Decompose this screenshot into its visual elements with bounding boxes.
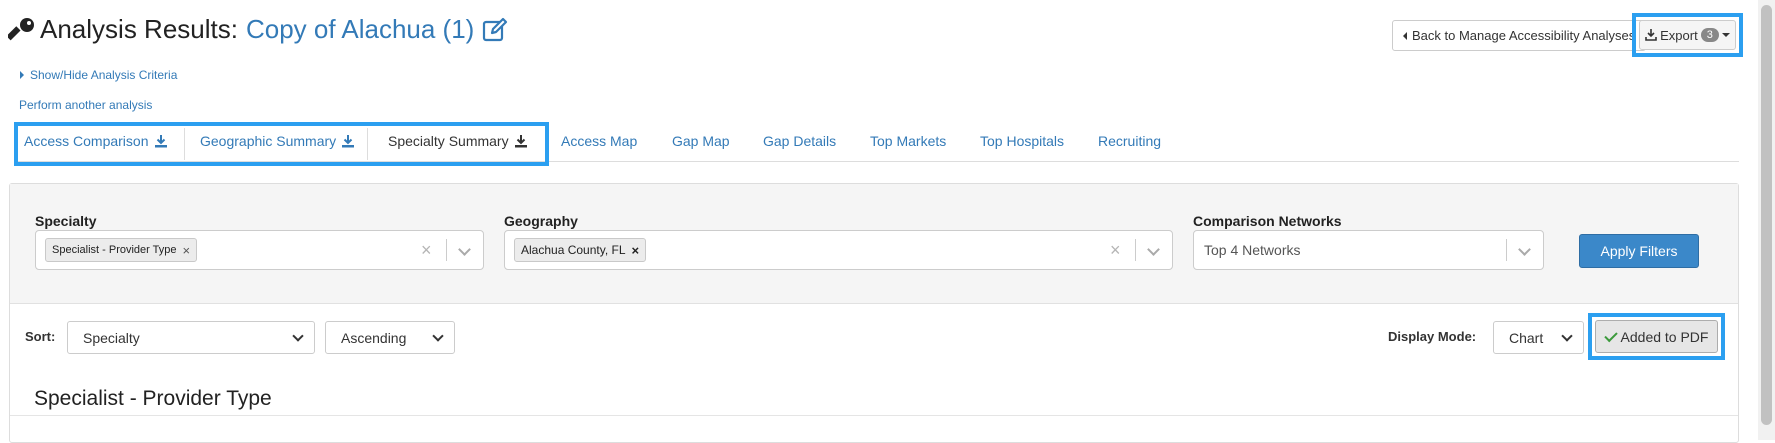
download-icon[interactable]: [154, 134, 168, 148]
display-mode-value: Chart: [1509, 329, 1544, 346]
comparison-networks-label: Comparison Networks: [1193, 213, 1342, 229]
tab-gap-details[interactable]: Gap Details: [763, 133, 836, 149]
sort-order-value: Ascending: [341, 329, 407, 346]
perform-another-analysis-link[interactable]: Perform another analysis: [19, 98, 152, 112]
tab-gap-map[interactable]: Gap Map: [672, 133, 730, 149]
page-title: Analysis Results:: [40, 14, 238, 44]
select-divider: [446, 239, 447, 261]
section-title: Specialist - Provider Type: [34, 387, 272, 410]
tab-top-hospitals[interactable]: Top Hospitals: [980, 133, 1064, 149]
added-to-pdf-button[interactable]: Added to PDF: [1595, 320, 1718, 353]
comparison-networks-select[interactable]: Top 4 Networks: [1193, 230, 1544, 270]
caret-left-icon: [1403, 31, 1407, 40]
edit-icon[interactable]: [482, 17, 508, 43]
sort-field-value: Specialty: [83, 329, 140, 346]
download-icon[interactable]: [514, 134, 528, 148]
chevron-down-icon[interactable]: [458, 243, 471, 256]
tab-label: Access Comparison: [24, 133, 149, 149]
export-highlight: Export 3: [1632, 13, 1743, 57]
caret-right-icon: [20, 71, 24, 79]
specialty-select[interactable]: Specialist - Provider Type × ×: [35, 230, 484, 270]
check-icon: [1603, 328, 1618, 342]
chip-label: Specialist - Provider Type: [52, 244, 177, 256]
export-count-badge: 3: [1700, 28, 1719, 42]
key-icon: [8, 17, 34, 40]
tab-specialty-summary[interactable]: Specialty Summary: [388, 133, 528, 149]
tab-separator: [184, 128, 185, 160]
geography-select[interactable]: Alachua County, FL × ×: [504, 230, 1173, 270]
pdf-highlight: Added to PDF: [1588, 313, 1725, 360]
tab-recruiting[interactable]: Recruiting: [1098, 133, 1161, 149]
select-divider: [1135, 239, 1136, 261]
download-icon[interactable]: [341, 134, 355, 148]
clear-icon[interactable]: ×: [1110, 240, 1121, 261]
apply-filters-button[interactable]: Apply Filters: [1579, 234, 1699, 268]
tab-geographic-summary[interactable]: Geographic Summary: [200, 133, 355, 149]
chevron-down-icon: [432, 330, 444, 342]
clear-icon[interactable]: ×: [421, 240, 432, 261]
geography-chip: Alachua County, FL ×: [514, 238, 647, 262]
remove-chip-icon[interactable]: ×: [183, 243, 191, 258]
pdf-button-label: Added to PDF: [1620, 328, 1709, 345]
display-mode-select[interactable]: Chart: [1493, 321, 1584, 354]
chevron-down-icon[interactable]: [1518, 243, 1531, 256]
back-button-label: Back to Manage Accessibility Analyses: [1412, 28, 1636, 43]
caret-down-icon: [1721, 33, 1730, 37]
tab-access-map[interactable]: Access Map: [561, 133, 637, 149]
specialty-chip: Specialist - Provider Type ×: [45, 238, 198, 262]
chip-label: Alachua County, FL: [521, 243, 626, 257]
back-to-manage-button[interactable]: Back to Manage Accessibility Analyses: [1392, 20, 1647, 51]
geography-label: Geography: [504, 213, 578, 229]
section-divider: [10, 415, 1738, 416]
analysis-name: Copy of Alachua (1): [245, 14, 475, 44]
chevron-down-icon: [1561, 330, 1573, 342]
chevron-down-icon: [292, 330, 304, 342]
download-icon: [1645, 29, 1657, 41]
sort-order-select[interactable]: Ascending: [325, 321, 455, 354]
display-mode-label: Display Mode:: [1388, 329, 1477, 344]
specialty-label: Specialty: [35, 213, 97, 229]
tab-label: Geographic Summary: [200, 133, 337, 149]
export-button[interactable]: Export 3: [1639, 20, 1736, 50]
remove-chip-icon[interactable]: ×: [632, 243, 640, 258]
networks-value: Top 4 Networks: [1204, 242, 1301, 258]
chevron-down-icon[interactable]: [1147, 243, 1160, 256]
sort-label: Sort:: [25, 329, 56, 344]
tab-access-comparison[interactable]: Access Comparison: [24, 133, 168, 149]
criteria-toggle-label: Show/Hide Analysis Criteria: [30, 68, 178, 82]
tab-separator: [367, 128, 368, 160]
tab-label: Specialty Summary: [388, 133, 509, 149]
sort-field-select[interactable]: Specialty: [67, 321, 315, 354]
page-header: Analysis Results: Copy of Alachua (1): [8, 14, 508, 45]
tab-top-markets[interactable]: Top Markets: [870, 133, 946, 149]
export-label: Export: [1660, 27, 1698, 43]
show-hide-criteria-link[interactable]: Show/Hide Analysis Criteria: [20, 68, 177, 82]
select-divider: [1506, 239, 1507, 261]
scrollbar-thumb[interactable]: [1761, 5, 1772, 425]
